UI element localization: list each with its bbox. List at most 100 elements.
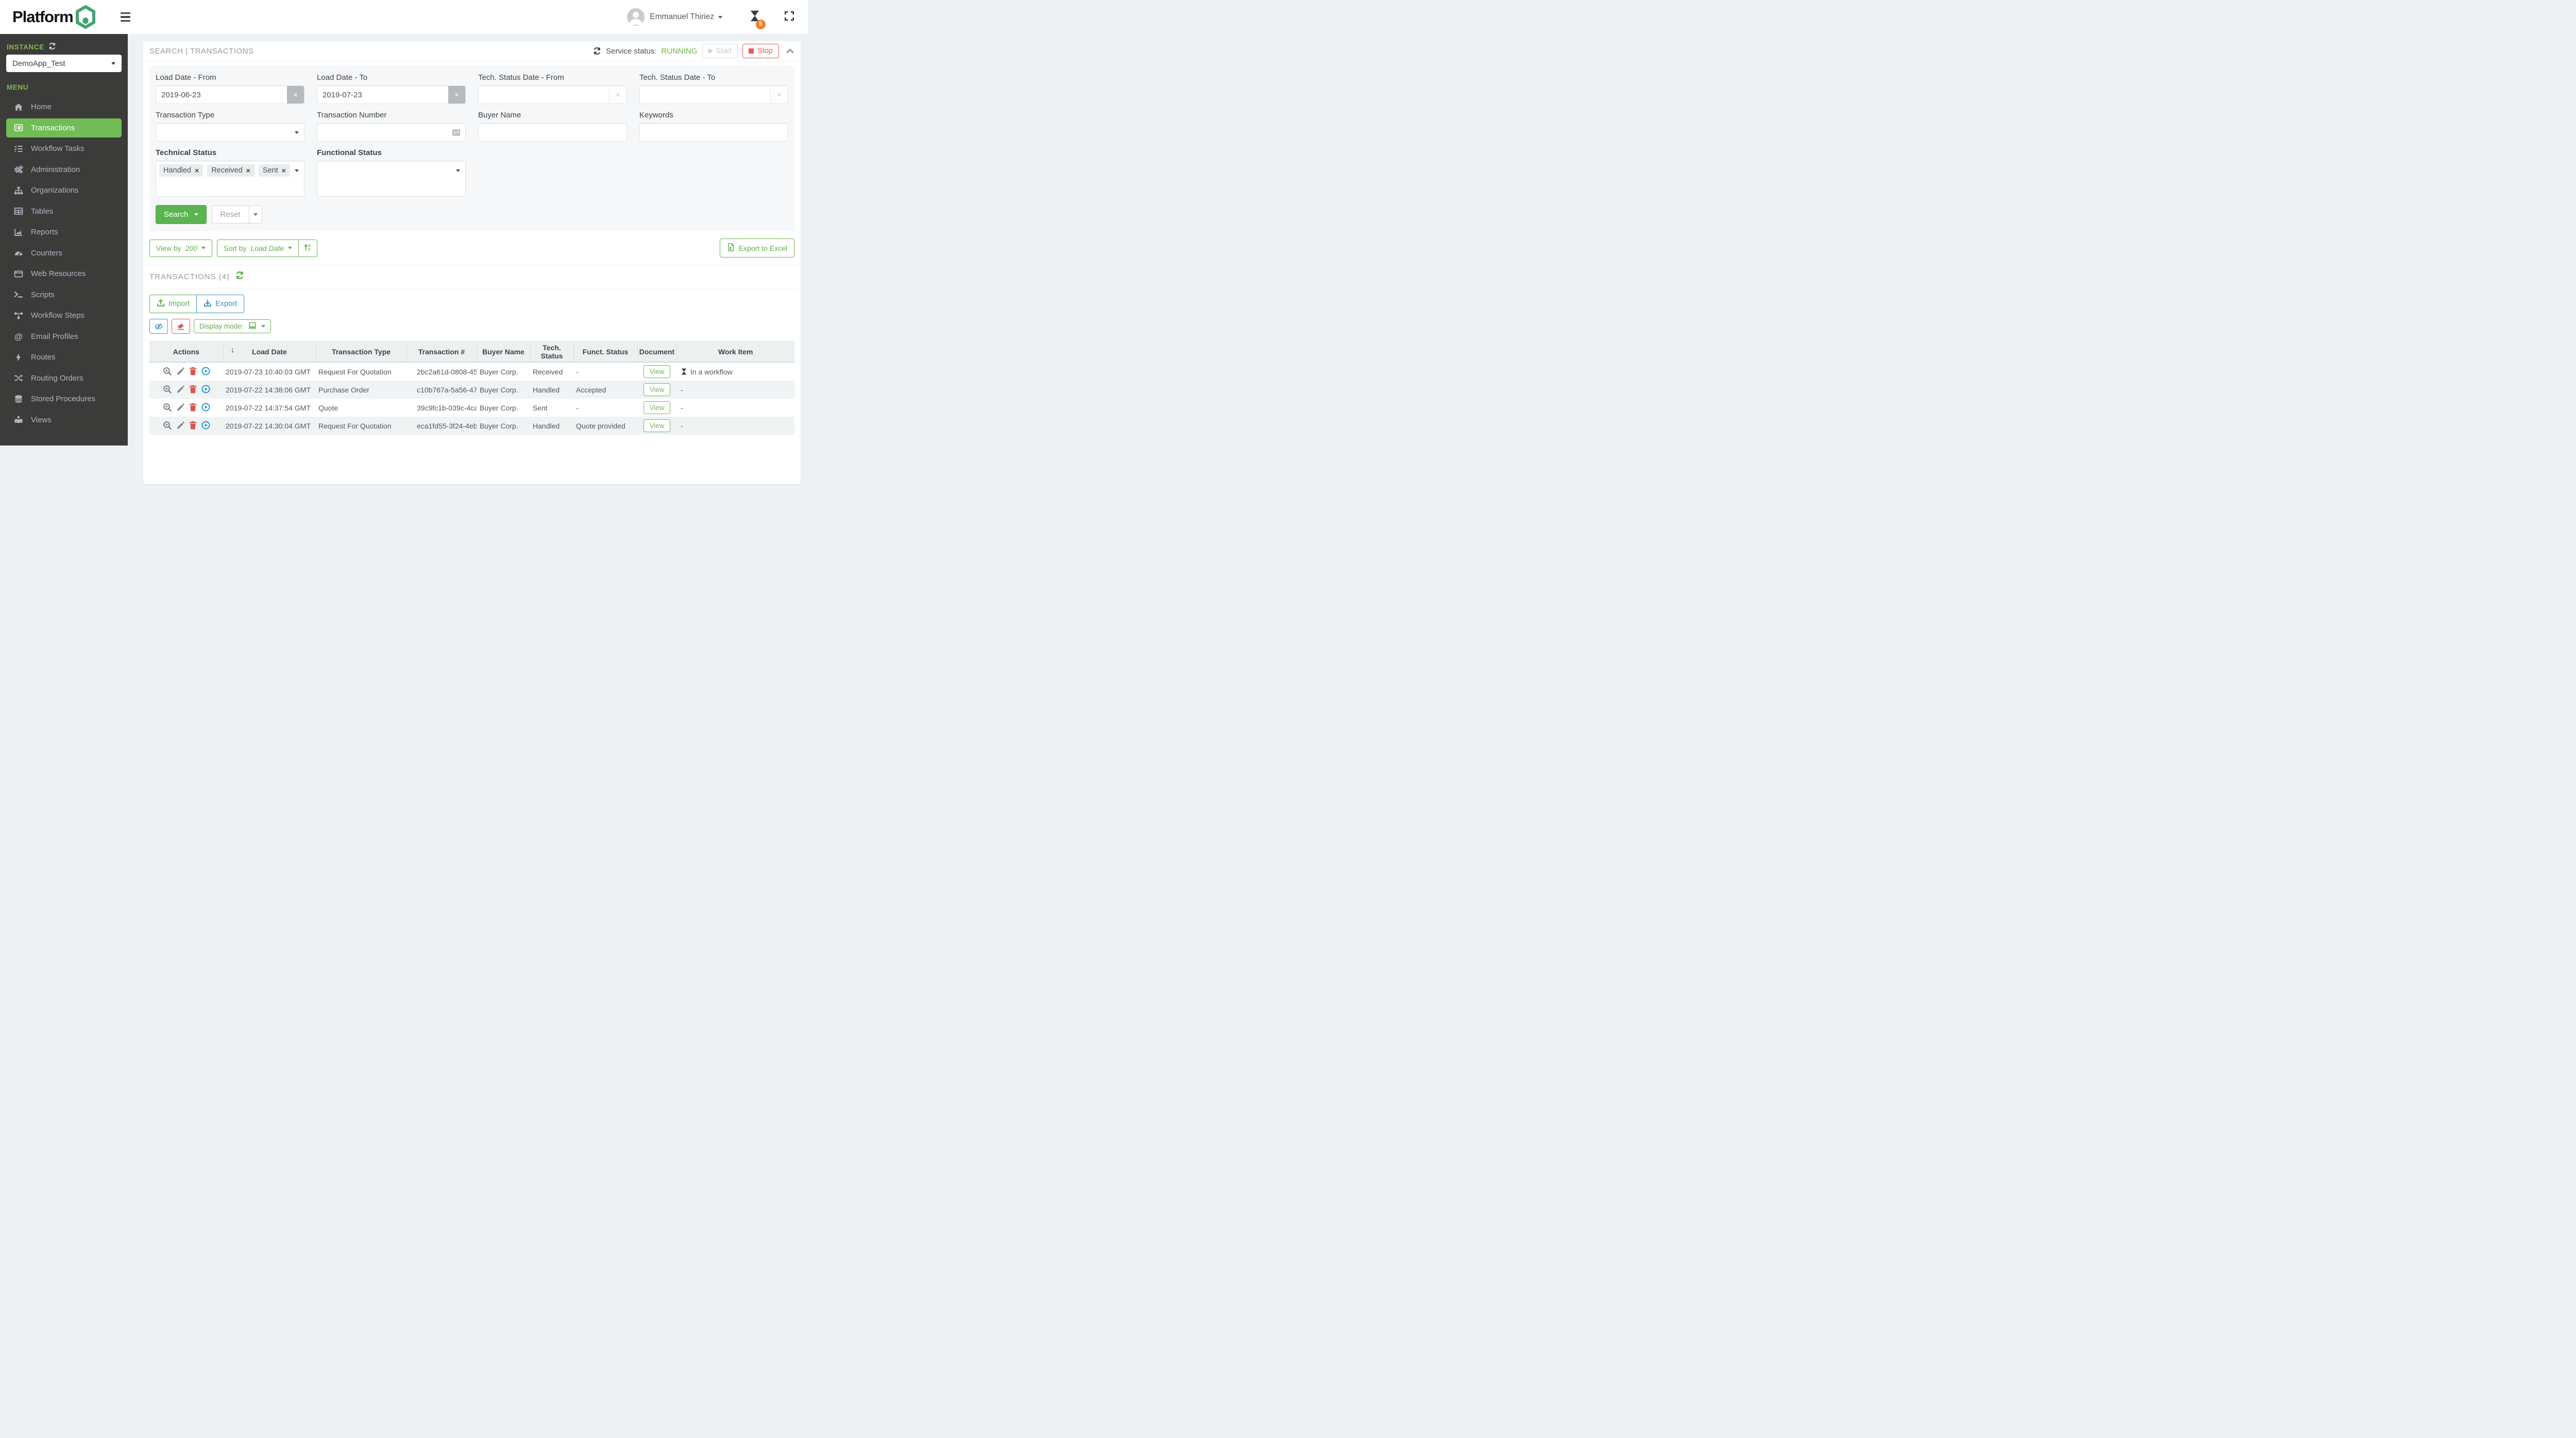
edit-icon[interactable] [176, 403, 184, 411]
sidebar-item-home[interactable]: Home [0, 97, 128, 117]
delete-icon[interactable] [189, 403, 197, 412]
keywords-label: Keywords [639, 111, 673, 119]
reset-options-caret-icon [253, 213, 258, 216]
column-load-date[interactable]: ↓ Load Date [223, 341, 316, 363]
status-tag: Received × [207, 164, 255, 177]
keywords-input[interactable] [640, 124, 788, 141]
sidebar-item-email-profiles[interactable]: @ Email Profiles [0, 327, 128, 347]
clear-button[interactable] [172, 319, 190, 334]
sort-direction-button[interactable]: AZ [298, 239, 318, 257]
reset-options-button[interactable] [248, 206, 262, 224]
transaction-type-input[interactable] [156, 124, 304, 141]
sidebar-item-workflow-steps[interactable]: Workflow Steps [0, 306, 128, 326]
view-document-button[interactable]: View [643, 365, 670, 378]
results-refresh-icon[interactable] [235, 271, 244, 282]
export-button[interactable]: Export [196, 295, 245, 313]
remove-tag-icon[interactable]: × [195, 166, 199, 175]
main-content: SEARCH | TRANSACTIONS Service status: RU… [128, 34, 808, 484]
view-document-button[interactable]: View [643, 419, 670, 432]
clear-tech-status-date-to-icon[interactable]: × [770, 86, 788, 104]
sidebar-item-routes[interactable]: Routes [0, 348, 128, 367]
column-work-item[interactable]: Work Item [676, 341, 794, 363]
sidebar-item-administration[interactable]: Administration [0, 160, 128, 180]
pending-tasks-button[interactable]: 5 [749, 10, 766, 29]
sidebar-item-tables[interactable]: Tables [0, 202, 128, 221]
zoom-details-icon[interactable] [163, 421, 172, 430]
fullscreen-button[interactable] [784, 11, 794, 24]
column-document[interactable]: Document [637, 341, 676, 363]
replay-icon[interactable] [201, 402, 210, 412]
sidebar-item-transactions[interactable]: Transactions [0, 118, 128, 138]
display-mode-button[interactable]: Display mode: [194, 319, 271, 333]
transaction-type-select[interactable] [156, 123, 304, 142]
search-options-caret-icon[interactable] [194, 213, 198, 216]
view-by-button[interactable]: View by 200 [149, 239, 213, 257]
edit-icon[interactable] [176, 421, 184, 429]
sort-alpha-icon: AZ [303, 243, 312, 253]
search-button[interactable]: Search [156, 205, 207, 224]
sidebar-item-views[interactable]: Views [0, 410, 128, 430]
remove-tag-icon[interactable]: × [246, 166, 250, 175]
clear-load-date-to-icon[interactable]: × [448, 86, 465, 104]
sidebar-item-stored-procedures[interactable]: Stored Procedures [0, 389, 128, 409]
sidebar-item-reports[interactable]: Reports [0, 222, 128, 242]
edit-icon[interactable] [176, 385, 184, 393]
hide-columns-button[interactable] [149, 319, 168, 334]
instance-select[interactable]: DemoApp_Test [6, 55, 122, 72]
reset-button[interactable]: Reset [211, 206, 249, 224]
replay-icon[interactable] [201, 366, 210, 375]
replay-icon[interactable] [201, 384, 210, 393]
tech-status-date-from-input[interactable] [479, 86, 609, 104]
view-document-button[interactable]: View [643, 401, 670, 414]
tech-status-date-to-input[interactable] [640, 86, 770, 104]
remove-tag-icon[interactable]: × [282, 166, 286, 175]
buyer-name-label: Buyer Name [478, 111, 521, 119]
load-date-to-input[interactable] [317, 86, 448, 104]
sidebar-item-label: Routes [31, 353, 56, 362]
delete-icon[interactable] [189, 385, 197, 393]
column-transaction-type[interactable]: Transaction Type [315, 341, 406, 363]
collapse-panel-button[interactable] [786, 48, 794, 54]
avatar[interactable] [627, 8, 645, 26]
delete-icon[interactable] [189, 367, 197, 375]
sidebar-item-web-resources[interactable]: Web Resources [0, 264, 128, 284]
functional-status-multiselect[interactable] [317, 161, 466, 197]
edit-icon[interactable] [176, 367, 184, 375]
sidebar-item-scripts[interactable]: Scripts [0, 285, 128, 305]
load-date-from-input[interactable] [156, 86, 287, 104]
user-menu-caret-icon[interactable] [718, 15, 722, 19]
sidebar-item-routing-orders[interactable]: Routing Orders [0, 369, 128, 388]
sidebar-item-organizations[interactable]: Organizations [0, 181, 128, 200]
hamburger-menu-icon[interactable] [120, 12, 130, 22]
transaction-number-input[interactable] [317, 124, 465, 141]
import-button[interactable]: Import [149, 295, 197, 313]
zoom-details-icon[interactable] [163, 367, 172, 375]
start-service-button[interactable]: Start [702, 44, 738, 58]
instance-refresh-icon[interactable] [48, 42, 56, 52]
column-buyer-name[interactable]: Buyer Name [476, 341, 530, 363]
stop-service-button[interactable]: Stop [742, 44, 779, 58]
view-document-button[interactable]: View [643, 383, 670, 396]
sidebar-item-label: Routing Orders [31, 373, 83, 383]
document-cell: View [637, 381, 676, 399]
technical-status-multiselect[interactable]: Handled × Received × Sent × [156, 161, 304, 197]
column-funct-status[interactable]: Funct. Status [573, 341, 637, 363]
svg-text:Z: Z [308, 248, 311, 252]
delete-icon[interactable] [189, 421, 197, 430]
clear-load-date-from-icon[interactable]: × [287, 86, 304, 104]
sidebar-item-workflow-tasks[interactable]: Workflow Tasks [0, 139, 128, 159]
service-status-refresh-icon[interactable] [593, 47, 601, 55]
buyer-name-input[interactable] [479, 124, 626, 141]
transaction-type-caret-icon [295, 131, 299, 134]
replay-icon[interactable] [201, 420, 210, 430]
clear-tech-status-date-from-icon[interactable]: × [609, 86, 626, 104]
results-toolbar: View by 200 Sort by Load Date AZ Export … [149, 238, 794, 258]
column-tech-status[interactable]: Tech. Status [530, 341, 573, 363]
user-name[interactable]: Emmanuel Thiriez [650, 12, 714, 22]
zoom-details-icon[interactable] [163, 403, 172, 412]
sort-by-button[interactable]: Sort by Load Date [217, 239, 299, 257]
zoom-details-icon[interactable] [163, 385, 172, 393]
export-to-excel-button[interactable]: Export to Excel [719, 238, 794, 258]
column-transaction-number[interactable]: Transaction # [406, 341, 477, 363]
sidebar-item-counters[interactable]: Counters [0, 244, 128, 263]
